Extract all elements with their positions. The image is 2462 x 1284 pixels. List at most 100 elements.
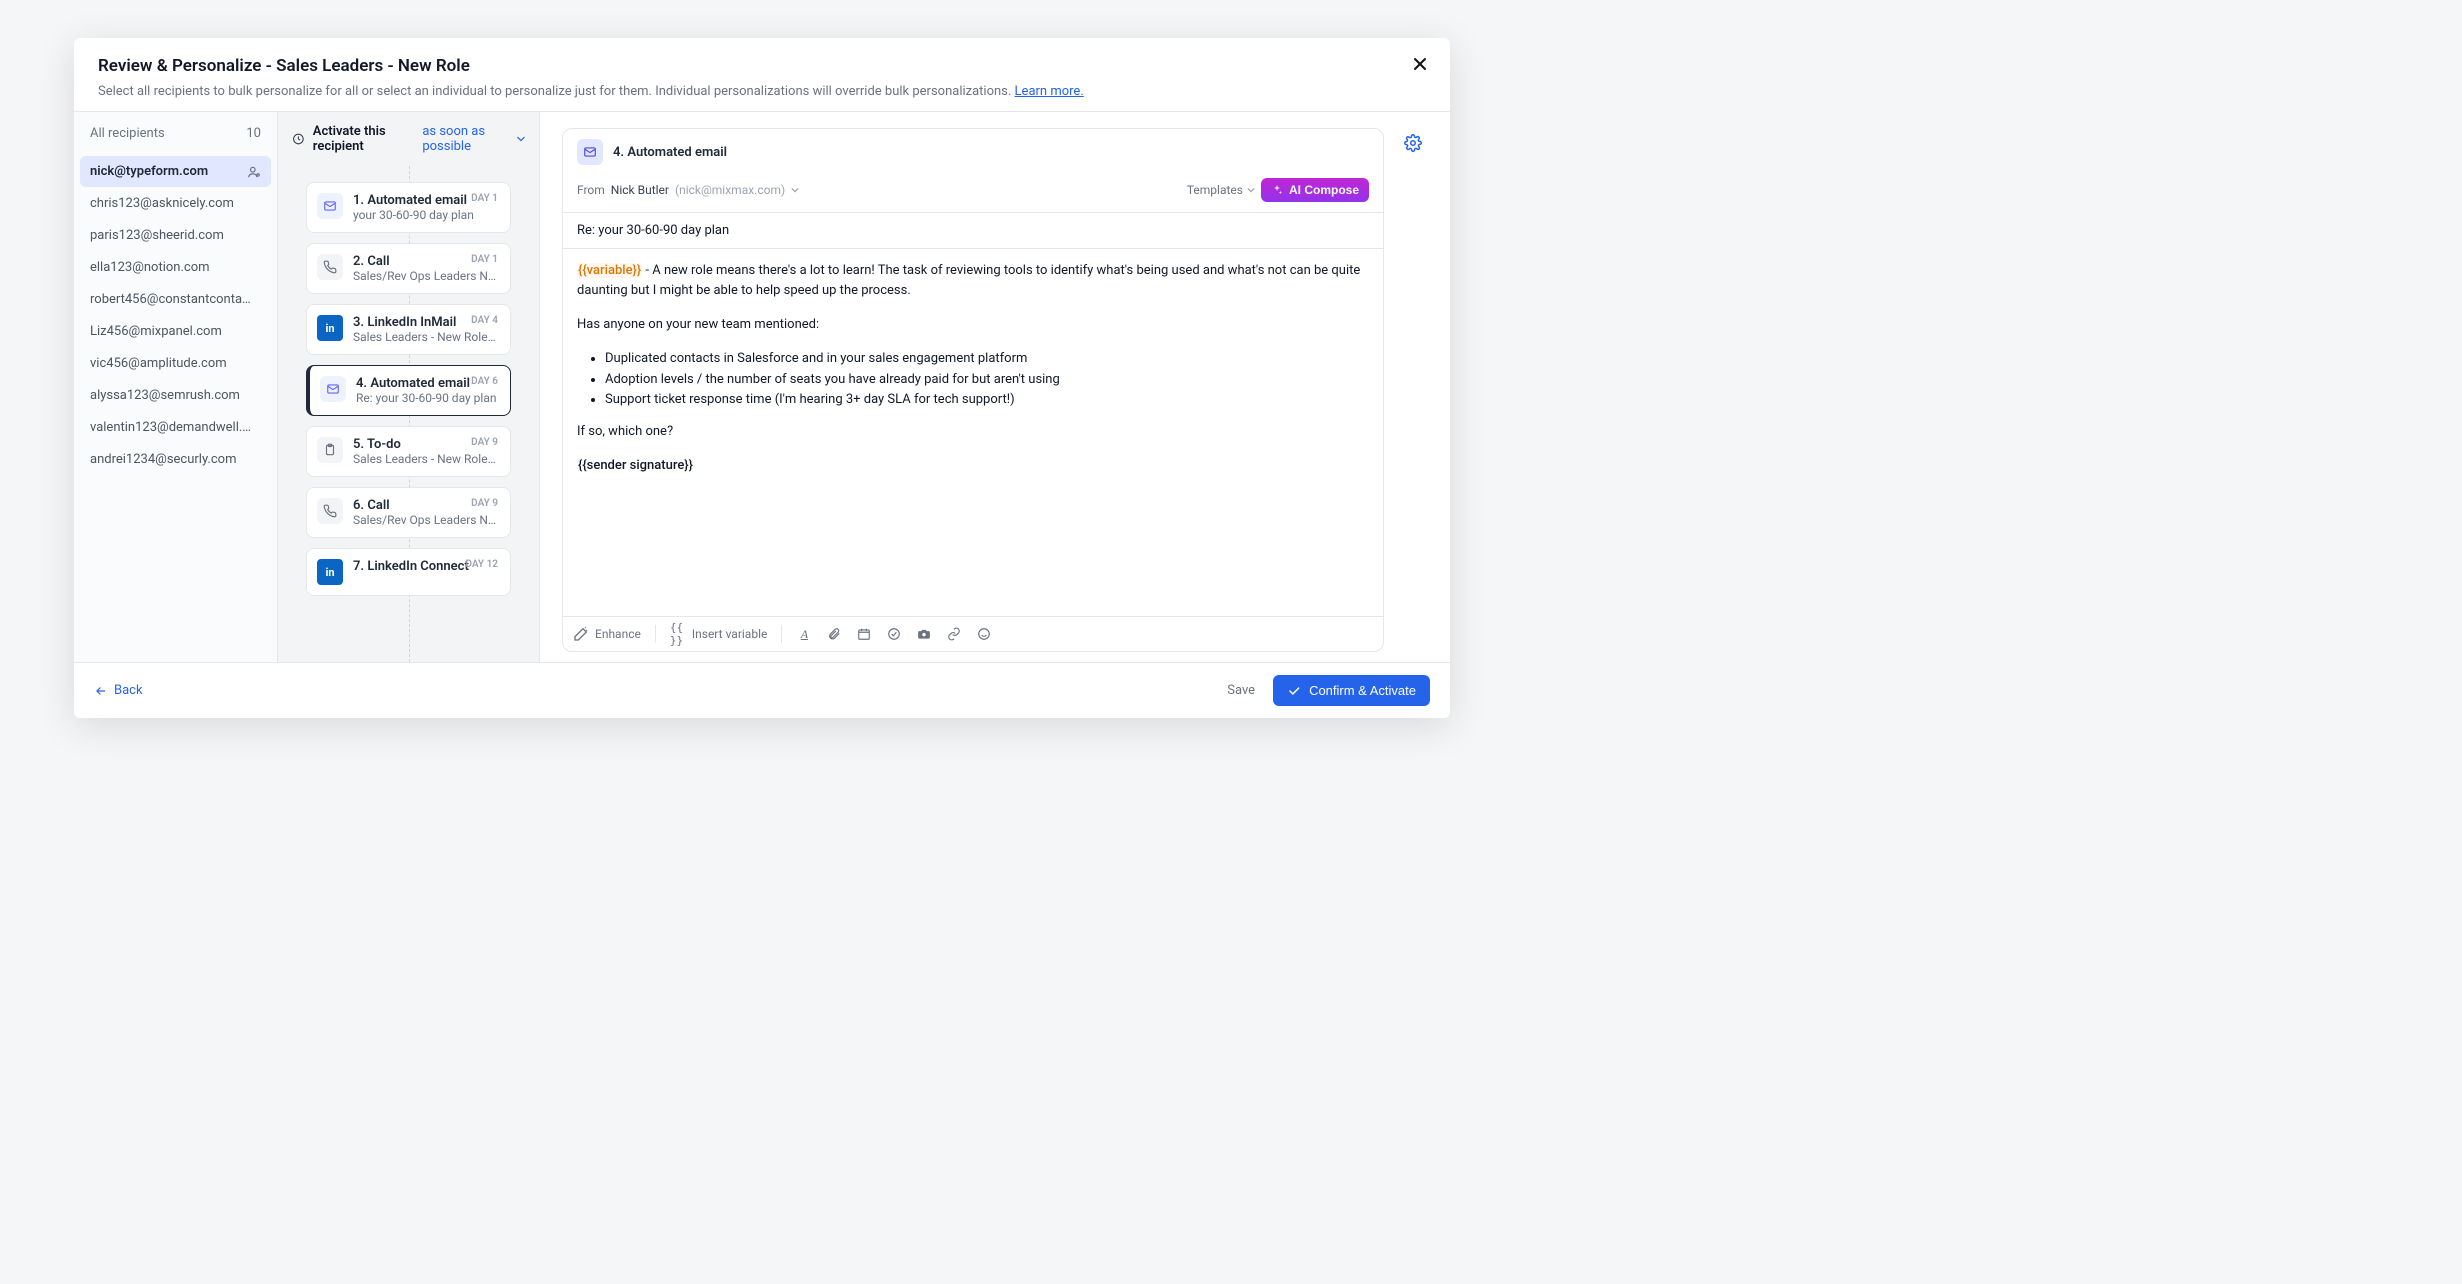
step-sub: Sales/Rev Ops Leaders N… bbox=[353, 513, 498, 527]
recipient-item[interactable]: valentin123@demandwell.… bbox=[80, 412, 271, 443]
recipient-item[interactable]: ella123@notion.com bbox=[80, 252, 271, 283]
chevron-down-icon bbox=[1247, 186, 1255, 194]
step-day: DAY 9 bbox=[471, 437, 498, 448]
recipient-item[interactable]: Liz456@mixpanel.com bbox=[80, 316, 271, 347]
from-address: (nick@mixmax.com) bbox=[675, 183, 785, 197]
linkedin-icon: in bbox=[317, 559, 343, 585]
recipient-item[interactable]: alyssa123@semrush.com bbox=[80, 380, 271, 411]
insert-variable-button[interactable]: {{ }} Insert variable bbox=[670, 626, 768, 642]
step-index: 4. bbox=[356, 376, 367, 391]
step-title: Call bbox=[367, 498, 389, 513]
emoji-icon[interactable] bbox=[976, 626, 992, 642]
variable-token[interactable]: {{variable}} bbox=[577, 263, 642, 278]
step-sub: Re: your 30-60-90 day plan bbox=[356, 391, 498, 405]
step-card[interactable]: 2. Call Sales/Rev Ops Leaders N… DAY 1 bbox=[306, 243, 511, 294]
modal-subtitle: Select all recipients to bulk personaliz… bbox=[98, 84, 1426, 99]
step-title: LinkedIn Connect bbox=[367, 559, 468, 574]
recipient-item[interactable]: chris123@asknicely.com bbox=[80, 188, 271, 219]
recipient-item[interactable]: robert456@constantconta… bbox=[80, 284, 271, 315]
templates-dropdown[interactable]: Templates bbox=[1187, 183, 1255, 197]
phone-icon bbox=[317, 498, 343, 524]
recipient-email: valentin123@demandwell.… bbox=[90, 420, 251, 435]
subtitle-text: Select all recipients to bulk personaliz… bbox=[98, 84, 1011, 99]
step-card[interactable]: 1. Automated email your 30-60-90 day pla… bbox=[306, 182, 511, 233]
recipient-email: andrei1234@securly.com bbox=[90, 452, 236, 467]
activate-row: Activate this recipient as soon as possi… bbox=[278, 112, 539, 166]
recipient-item[interactable]: paris123@sheerid.com bbox=[80, 220, 271, 251]
step-sub: Sales Leaders - New Role … bbox=[353, 330, 498, 344]
step-title: Automated email bbox=[367, 193, 467, 208]
toolbar-separator bbox=[655, 625, 656, 643]
recipient-item[interactable]: nick@typeform.com bbox=[80, 156, 271, 187]
save-button[interactable]: Save bbox=[1227, 683, 1255, 698]
confirm-label: Confirm & Activate bbox=[1309, 683, 1416, 698]
step-day: DAY 12 bbox=[465, 559, 498, 570]
modal-body: All recipients 10 nick@typeform.com chri… bbox=[74, 111, 1450, 662]
email-icon bbox=[317, 193, 343, 219]
attachment-icon[interactable] bbox=[826, 626, 842, 642]
arrow-left-icon bbox=[94, 684, 108, 698]
step-sub: Sales/Rev Ops Leaders N… bbox=[353, 269, 498, 283]
text-format-icon[interactable]: A bbox=[796, 626, 812, 642]
step-day: DAY 1 bbox=[471, 193, 498, 204]
check-circle-icon[interactable] bbox=[886, 626, 902, 642]
step-index: 6. bbox=[353, 498, 364, 513]
step-card[interactable]: in 3. LinkedIn InMail Sales Leaders - Ne… bbox=[306, 304, 511, 355]
signature-token[interactable]: {{sender signature}} bbox=[577, 458, 694, 473]
body-para1: - A new role means there's a lot to lear… bbox=[577, 263, 1360, 298]
steps-list[interactable]: 1. Automated email your 30-60-90 day pla… bbox=[278, 166, 539, 662]
body-bullets: Duplicated contacts in Salesforce and in… bbox=[577, 349, 1369, 409]
phone-icon bbox=[317, 254, 343, 280]
ai-compose-button[interactable]: AI Compose bbox=[1261, 178, 1369, 202]
chevron-down-icon[interactable] bbox=[791, 186, 799, 194]
calendar-icon[interactable] bbox=[856, 626, 872, 642]
activate-option[interactable]: as soon as possible bbox=[422, 124, 525, 154]
back-button[interactable]: Back bbox=[94, 683, 143, 698]
all-recipients-label: All recipients bbox=[90, 126, 165, 141]
all-recipients-count: 10 bbox=[246, 126, 261, 141]
body-bullet: Support ticket response time (I'm hearin… bbox=[605, 390, 1369, 410]
activate-option-text: as soon as possible bbox=[422, 124, 513, 154]
email-subject[interactable]: Re: your 30-60-90 day plan bbox=[563, 213, 1383, 249]
enhance-button[interactable]: Enhance bbox=[573, 626, 641, 642]
email-toolbar: Enhance {{ }} Insert variable A bbox=[563, 616, 1383, 651]
step-card-active[interactable]: 4. Automated email Re: your 30-60-90 day… bbox=[306, 365, 511, 416]
modal-footer: Back Save Confirm & Activate bbox=[74, 662, 1450, 718]
step-card[interactable]: 6. Call Sales/Rev Ops Leaders N… DAY 9 bbox=[306, 487, 511, 538]
link-icon[interactable] bbox=[946, 626, 962, 642]
settings-button[interactable] bbox=[1398, 128, 1428, 158]
email-icon bbox=[577, 139, 603, 165]
linkedin-icon: in bbox=[317, 315, 343, 341]
email-body-editor[interactable]: {{variable}} - A new role means there's … bbox=[563, 249, 1383, 616]
recipient-email: robert456@constantconta… bbox=[90, 292, 251, 307]
step-index: 2. bbox=[353, 254, 364, 269]
recipient-item[interactable]: andrei1234@securly.com bbox=[80, 444, 271, 475]
sparkle-icon bbox=[1271, 184, 1283, 196]
step-title: To-do bbox=[367, 437, 401, 452]
confirm-activate-button[interactable]: Confirm & Activate bbox=[1273, 675, 1430, 706]
review-personalize-modal: Review & Personalize - Sales Leaders - N… bbox=[74, 38, 1450, 718]
all-recipients-row[interactable]: All recipients 10 bbox=[74, 112, 277, 155]
ai-compose-label: AI Compose bbox=[1289, 183, 1359, 197]
templates-label: Templates bbox=[1187, 183, 1243, 197]
check-icon bbox=[1287, 684, 1301, 698]
step-card[interactable]: 5. To-do Sales Leaders - New Role … DAY … bbox=[306, 426, 511, 477]
recipient-item[interactable]: vic456@amplitude.com bbox=[80, 348, 271, 379]
body-bullet: Adoption levels / the number of seats yo… bbox=[605, 370, 1369, 390]
step-title: Call bbox=[367, 254, 389, 269]
recipient-email: chris123@asknicely.com bbox=[90, 196, 234, 211]
recipient-email: vic456@amplitude.com bbox=[90, 356, 227, 371]
step-index: 1. bbox=[353, 193, 364, 208]
recipient-list: nick@typeform.com chris123@asknicely.com… bbox=[74, 155, 277, 662]
body-para3: If so, which one? bbox=[577, 422, 1369, 442]
step-index: 7. bbox=[353, 559, 364, 574]
step-card[interactable]: in 7. LinkedIn Connect DAY 12 bbox=[306, 548, 511, 596]
step-day: DAY 6 bbox=[471, 376, 498, 387]
camera-icon[interactable] bbox=[916, 626, 932, 642]
clock-icon bbox=[292, 131, 305, 147]
step-sub: your 30-60-90 day plan bbox=[353, 208, 498, 222]
from-label: From bbox=[577, 183, 605, 197]
wand-icon bbox=[573, 626, 589, 642]
step-day: DAY 9 bbox=[471, 498, 498, 509]
learn-more-link[interactable]: Learn more. bbox=[1015, 84, 1084, 99]
